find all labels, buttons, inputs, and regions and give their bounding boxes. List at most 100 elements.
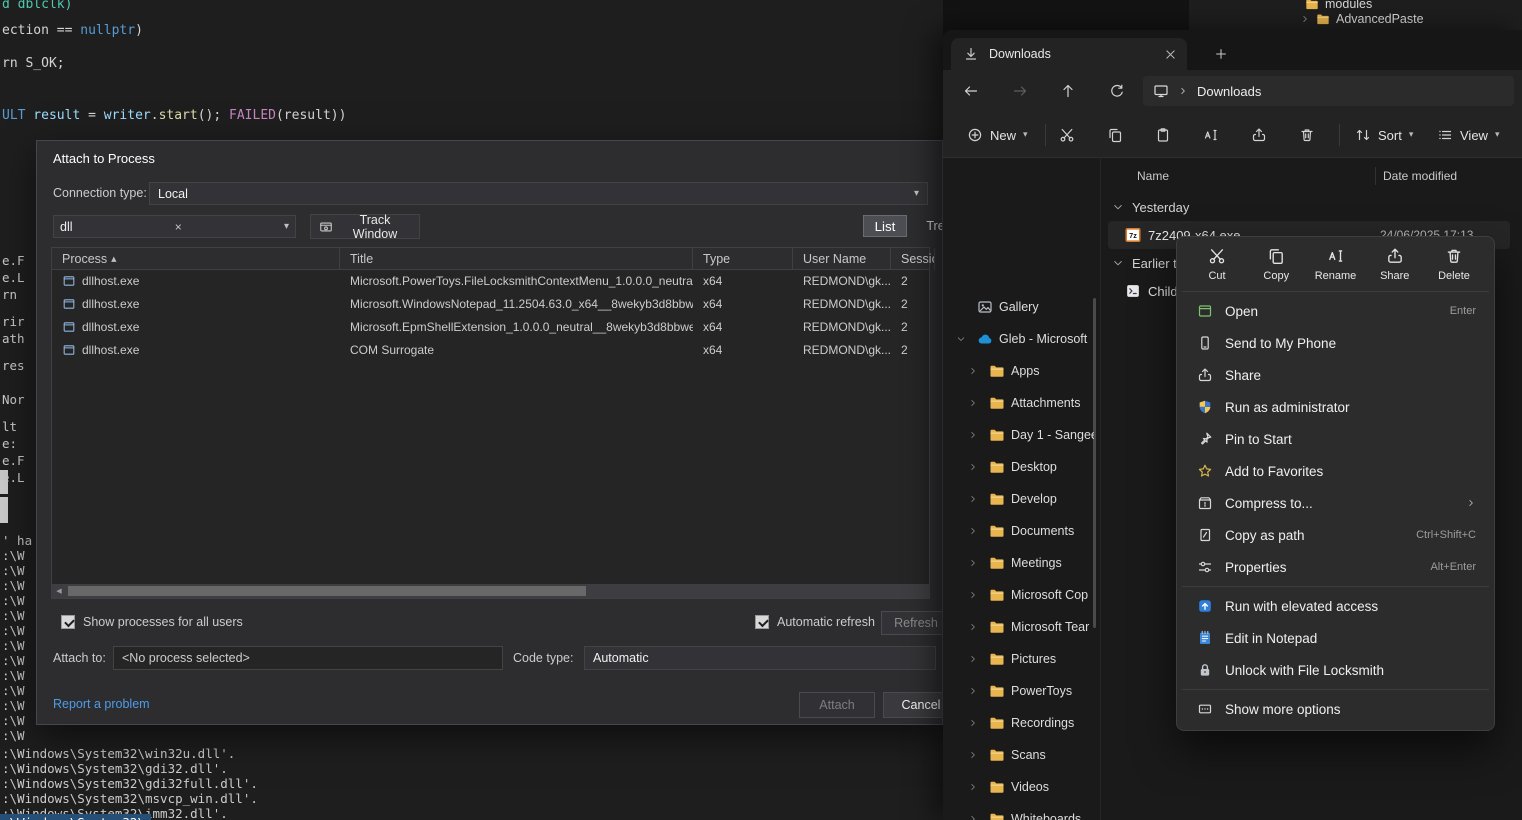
chevron-right-icon[interactable]	[968, 558, 978, 568]
chevron-down-icon[interactable]	[956, 334, 966, 344]
forward-button[interactable]	[1003, 74, 1037, 108]
process-table-body: dllhost.exe Microsoft.PowerToys.FileLock…	[52, 270, 929, 584]
menu-item-show-more-options[interactable]: Show more options	[1181, 693, 1490, 725]
sidebar-item-recordings[interactable]: Recordings	[943, 708, 1100, 738]
new-button[interactable]: New ▾	[959, 119, 1036, 151]
chevron-right-icon[interactable]	[968, 686, 978, 696]
sidebar-item-desktop[interactable]: Desktop	[943, 452, 1100, 482]
menu-item-properties[interactable]: Properties Alt+Enter	[1181, 551, 1490, 583]
shortcut-label: Enter	[1450, 305, 1476, 317]
chevron-right-icon[interactable]	[968, 590, 978, 600]
download-icon	[963, 46, 979, 62]
sidebar-item-gallery[interactable]: Gallery	[943, 292, 1100, 322]
up-button[interactable]	[1051, 74, 1085, 108]
automatic-refresh-checkbox[interactable]: Automatic refresh	[755, 615, 875, 629]
tree-view-button[interactable]: Tree	[917, 215, 943, 237]
attach-to-field[interactable]: <No process selected>	[113, 646, 503, 670]
filter-value: dll	[60, 220, 73, 234]
code-fragment: e.F	[2, 453, 25, 468]
sidebar-item-day-1-sangee[interactable]: Day 1 - Sangee	[943, 420, 1100, 450]
chevron-right-icon[interactable]	[968, 398, 978, 408]
menu-item-run-as-administrator[interactable]: Run as administrator	[1181, 391, 1490, 423]
menu-item-add-to-favorites[interactable]: Add to Favorites	[1181, 455, 1490, 487]
sidebar-item-apps[interactable]: Apps	[943, 356, 1100, 386]
chevron-right-icon[interactable]	[968, 526, 978, 536]
process-row[interactable]: dllhost.exe Microsoft.WindowsNotepad_11.…	[52, 293, 929, 316]
sidebar-item-scans[interactable]: Scans	[943, 740, 1100, 770]
folder-icon	[989, 683, 1005, 699]
chevron-right-icon[interactable]	[968, 654, 978, 664]
cancel-button[interactable]: Cancel	[883, 692, 943, 718]
sidebar-item-gleb-microsoft[interactable]: Gleb - Microsoft	[943, 324, 1100, 354]
menu-item-copy-as-path[interactable]: Copy as path Ctrl+Shift+C	[1181, 519, 1490, 551]
sidebar-item-develop[interactable]: Develop	[943, 484, 1100, 514]
tree-item-modules[interactable]: modules	[1305, 0, 1372, 11]
refresh-button[interactable]: Refresh	[881, 611, 943, 635]
quick-share-button[interactable]: Share	[1367, 247, 1423, 282]
chevron-right-icon[interactable]	[968, 782, 978, 792]
chevron-right-icon[interactable]	[968, 814, 978, 820]
attach-button[interactable]: Attach	[799, 692, 875, 718]
sidebar-item-microsoft-cop[interactable]: Microsoft Cop	[943, 580, 1100, 610]
menu-item-unlock-with-file-locksmith[interactable]: Unlock with File Locksmith	[1181, 654, 1490, 686]
pin-icon	[1197, 431, 1213, 447]
folder-icon	[989, 811, 1005, 820]
scroll-left-arrow-icon[interactable]: ◀	[52, 587, 66, 595]
sidebar-item-attachments[interactable]: Attachments	[943, 388, 1100, 418]
code-type-field[interactable]: Automatic	[584, 646, 936, 670]
menu-item-share[interactable]: Share	[1181, 359, 1490, 391]
sidebar-item-meetings[interactable]: Meetings	[943, 548, 1100, 578]
column-header-user-name[interactable]: User Name	[793, 248, 891, 270]
column-header-session[interactable]: Session	[891, 248, 935, 270]
chevron-right-icon[interactable]	[968, 622, 978, 632]
sidebar-item-microsoft-tear[interactable]: Microsoft Tear	[943, 612, 1100, 642]
chevron-right-icon[interactable]	[968, 718, 978, 728]
sidebar-item-documents[interactable]: Documents	[943, 516, 1100, 546]
process-row[interactable]: dllhost.exe Microsoft.PowerToys.FileLock…	[52, 270, 929, 293]
chevron-right-icon[interactable]	[968, 462, 978, 472]
menu-item-send-to-my-phone[interactable]: Send to My Phone	[1181, 327, 1490, 359]
column-header-title[interactable]: Title	[340, 248, 693, 270]
clear-filter-icon[interactable]: ×	[175, 220, 182, 234]
menu-item-run-with-elevated-access[interactable]: Run with elevated access	[1181, 590, 1490, 622]
chevron-right-icon[interactable]	[968, 430, 978, 440]
column-header-process[interactable]: Process▲	[52, 248, 340, 270]
process-filter-input[interactable]: dll × ▾	[53, 215, 296, 238]
sidebar-item-videos[interactable]: Videos	[943, 772, 1100, 802]
folder-icon	[989, 395, 1005, 411]
group-header-yesterday[interactable]: Yesterday	[1108, 193, 1522, 221]
attach-to-label: Attach to:	[53, 651, 106, 665]
sidebar-item-whiteboards[interactable]: Whiteboards	[943, 804, 1100, 820]
list-view-button[interactable]: List	[863, 215, 907, 237]
report-problem-link[interactable]: Report a problem	[53, 697, 150, 711]
scrollbar-thumb[interactable]	[68, 586, 586, 596]
process-row[interactable]: dllhost.exe COM Surrogate x64 REDMOND\gk…	[52, 339, 929, 362]
menu-item-compress-to[interactable]: Compress to...	[1181, 487, 1490, 519]
tree-item-advancedpaste[interactable]: AdvancedPaste	[1300, 12, 1424, 26]
menu-item-pin-to-start[interactable]: Pin to Start	[1181, 423, 1490, 455]
back-button[interactable]	[954, 74, 988, 108]
chevron-right-icon[interactable]	[968, 494, 978, 504]
show-all-users-checkbox[interactable]: Show processes for all users	[61, 615, 243, 629]
quick-cut-button[interactable]: Cut	[1189, 247, 1245, 282]
chevron-right-icon[interactable]	[968, 750, 978, 760]
sidebar-item-powertoys[interactable]: PowerToys	[943, 676, 1100, 706]
menu-item-open[interactable]: Open Enter	[1181, 295, 1490, 327]
code-fragment: ' ha	[2, 533, 32, 548]
chevron-right-icon[interactable]	[968, 366, 978, 376]
chevron-right-icon[interactable]	[1300, 14, 1310, 24]
table-horizontal-scrollbar[interactable]: ◀	[52, 584, 929, 598]
quick-delete-button[interactable]: Delete	[1426, 247, 1482, 282]
up-arrow-icon	[1060, 83, 1076, 99]
process-row[interactable]: dllhost.exe Microsoft.EpmShellExtension_…	[52, 316, 929, 339]
quick-copy-button[interactable]: Copy	[1248, 247, 1304, 282]
quick-rename-button[interactable]: Rename	[1308, 247, 1364, 282]
forward-arrow-icon	[1012, 83, 1028, 99]
track-window-button[interactable]: Track Window	[310, 214, 420, 239]
menu-item-edit-in-notepad[interactable]: Edit in Notepad	[1181, 622, 1490, 654]
connection-type-select[interactable]: Local ▾	[149, 182, 928, 205]
process-table-header: Process▲TitleTypeUser NameSession	[52, 248, 929, 270]
cut-button[interactable]	[1051, 119, 1083, 151]
column-header-type[interactable]: Type	[693, 248, 793, 270]
sidebar-item-pictures[interactable]: Pictures	[943, 644, 1100, 674]
